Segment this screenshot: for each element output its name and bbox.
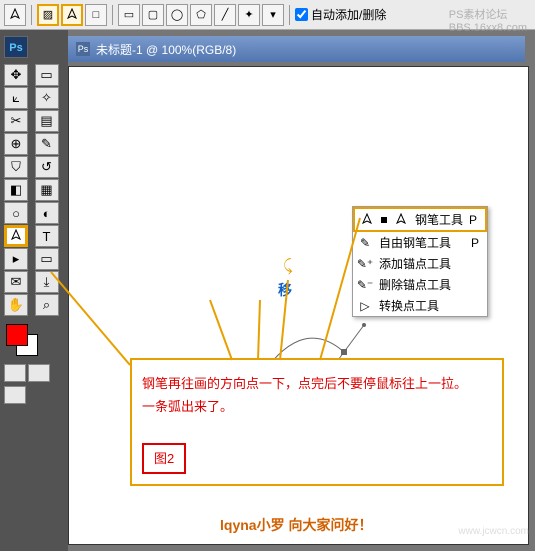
brush-tool[interactable]: ✎ <box>35 133 59 155</box>
shape-layers-btn[interactable]: ▨ <box>37 4 59 26</box>
custom-shape-icon[interactable]: ✦ <box>238 4 260 26</box>
convert-point-icon: ▷ <box>357 298 373 314</box>
add-anchor-icon: ✎⁺ <box>357 256 373 272</box>
annotation-box: 钢笔再往画的方向点一下，点完后不要停鼠标往上一拉。 一条弧出来了。 图2 <box>130 358 504 486</box>
pen-tool[interactable] <box>4 225 28 247</box>
document-title-bar: Ps 未标题-1 @ 100%(RGB/8) <box>68 36 525 62</box>
menu-item-convert-point[interactable]: ▷ 转换点工具 <box>353 295 487 316</box>
auto-check-label: 自动添加/删除 <box>311 6 386 23</box>
rrect-shape-icon[interactable]: ▢ <box>142 4 164 26</box>
move-label: 移 <box>278 280 292 300</box>
menu-shortcut: P <box>471 236 479 250</box>
selection-tool[interactable]: ▭ <box>35 64 59 86</box>
document-title: 未标题-1 @ 100%(RGB/8) <box>96 41 236 58</box>
tools-grid: ✥ ▭ ⟀ ✧ ✂ ▤ ⊕ ✎ ⛉ ↺ ◧ ▦ ○ ◐ T ▸ ▭ ✉ ⤓ ✋ … <box>4 64 64 316</box>
notes-tool[interactable]: ✉ <box>4 271 28 293</box>
credit-text: lqyna小罗 向大家问好！ <box>220 515 372 535</box>
dodge-tool[interactable]: ◐ <box>35 202 59 224</box>
line-shape-icon[interactable]: ╱ <box>214 4 236 26</box>
separator <box>31 5 32 25</box>
menu-item-delete-anchor[interactable]: ✎⁻ 删除锚点工具 <box>353 274 487 295</box>
menu-item-pen[interactable]: 钢笔工具 P <box>355 209 485 230</box>
stamp-tool[interactable]: ⛉ <box>4 156 28 178</box>
menu-label: 转换点工具 <box>379 297 439 314</box>
freeform-pen-icon: ✎ <box>357 235 373 251</box>
eyedropper-tool[interactable]: ⤓ <box>35 271 59 293</box>
pen-tool-icon[interactable] <box>4 4 26 26</box>
screen-mode-btn[interactable] <box>4 386 26 404</box>
auto-add-delete-checkbox[interactable]: 自动添加/删除 <box>295 6 386 23</box>
menu-label: 钢笔工具 <box>415 211 463 228</box>
menu-shortcut: P <box>469 213 477 227</box>
heal-tool[interactable]: ⊕ <box>4 133 28 155</box>
paths-btn[interactable] <box>61 4 83 26</box>
pen-tool-flyout: 钢笔工具 P ✎ 自由钢笔工具 P ✎⁺ 添加锚点工具 ✎⁻ 删除锚点工具 ▷ … <box>352 206 488 317</box>
doc-icon: Ps <box>76 42 90 56</box>
polygon-shape-icon[interactable]: ⬠ <box>190 4 212 26</box>
eraser-tool[interactable]: ◧ <box>4 179 28 201</box>
tools-panel: Ps ✥ ▭ ⟀ ✧ ✂ ▤ ⊕ ✎ ⛉ ↺ ◧ ▦ ○ ◐ T ▸ ▭ ✉ ⤓… <box>0 30 68 551</box>
quickmask-mode-btn[interactable] <box>28 364 50 382</box>
menu-item-add-anchor[interactable]: ✎⁺ 添加锚点工具 <box>353 253 487 274</box>
menu-item-freeform-pen[interactable]: ✎ 自由钢笔工具 P <box>353 232 487 253</box>
blur-tool[interactable]: ○ <box>4 202 28 224</box>
path-select-tool[interactable]: ▸ <box>4 248 28 270</box>
anno-line2: 一条弧出来了。 <box>142 395 492 418</box>
gradient-tool[interactable]: ▦ <box>35 179 59 201</box>
fill-pixels-btn[interactable]: □ <box>85 4 107 26</box>
mode-buttons <box>4 364 64 382</box>
ps-logo-icon: Ps <box>4 36 28 58</box>
separator <box>112 5 113 25</box>
arrow-icon: ⤹ <box>283 258 293 276</box>
auto-check-input[interactable] <box>295 8 308 21</box>
crop-tool[interactable]: ✂ <box>4 110 28 132</box>
wand-tool[interactable]: ✧ <box>35 87 59 109</box>
type-tool[interactable]: T <box>35 225 59 247</box>
ellipse-shape-icon[interactable]: ◯ <box>166 4 188 26</box>
foreground-color[interactable] <box>6 324 28 346</box>
history-brush-tool[interactable]: ↺ <box>35 156 59 178</box>
menu-label: 自由钢笔工具 <box>379 234 451 251</box>
slice-tool[interactable]: ▤ <box>35 110 59 132</box>
standard-mode-btn[interactable] <box>4 364 26 382</box>
watermark-2: www.jcwcn.com <box>458 526 529 537</box>
watermark-1: PS素材论坛BBS.16xx8.com <box>449 6 527 34</box>
menu-label: 添加锚点工具 <box>379 255 451 272</box>
screen-mode-buttons <box>4 386 64 404</box>
separator <box>289 5 290 25</box>
dropdown-icon[interactable]: ▾ <box>262 4 284 26</box>
color-swatches <box>4 324 64 360</box>
menu-label: 删除锚点工具 <box>379 276 451 293</box>
figure-label: 图2 <box>142 443 186 474</box>
shape-tool[interactable]: ▭ <box>35 248 59 270</box>
pen-icon <box>393 212 409 228</box>
zoom-tool[interactable]: ⌕ <box>35 294 59 316</box>
selected-mark-icon <box>381 217 387 223</box>
anno-line1: 钢笔再往画的方向点一下，点完后不要停鼠标往上一拉。 <box>142 372 492 395</box>
delete-anchor-icon: ✎⁻ <box>357 277 373 293</box>
lasso-tool[interactable]: ⟀ <box>4 87 28 109</box>
pen-icon <box>359 212 375 228</box>
rect-shape-icon[interactable]: ▭ <box>118 4 140 26</box>
move-tool[interactable]: ✥ <box>4 64 28 86</box>
hand-tool[interactable]: ✋ <box>4 294 28 316</box>
